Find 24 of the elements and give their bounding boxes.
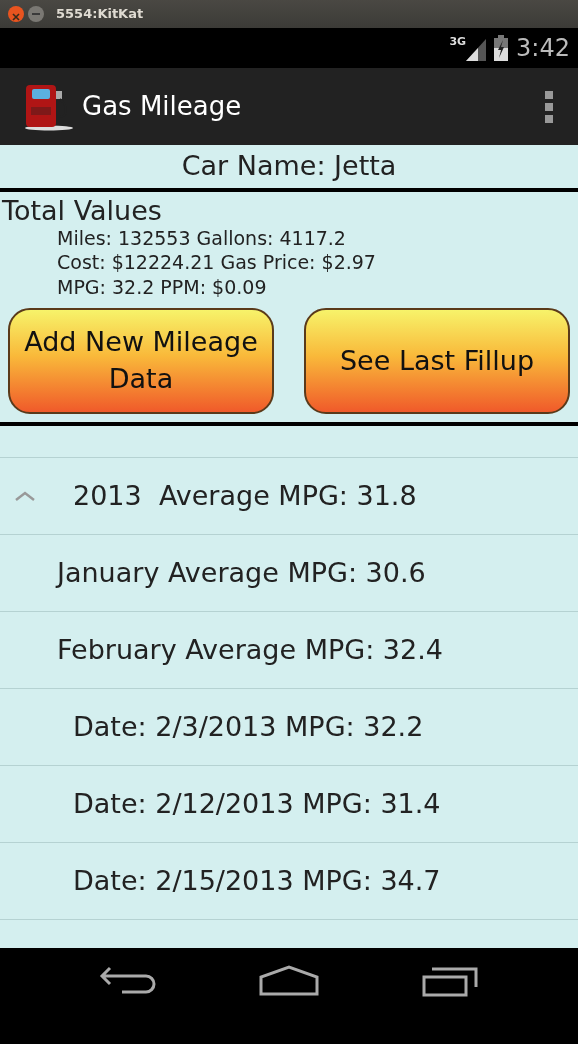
battery-icon bbox=[494, 35, 509, 61]
stats-line: Miles: 132553 Gallons: 4117.2 bbox=[56, 225, 347, 251]
section-heading: Total Values bbox=[1, 196, 163, 226]
action-button[interactable]: Add New Mileage Data bbox=[8, 307, 274, 414]
gas-pump-icon bbox=[24, 82, 74, 131]
date-row-label[interactable]: Date: 2/15/2013 MPG: 34.7 bbox=[73, 860, 441, 901]
overflow-menu-icon[interactable] bbox=[544, 90, 554, 123]
window-title: 5554:KitKat bbox=[56, 5, 144, 24]
minimize-button[interactable] bbox=[28, 6, 44, 22]
year-row-label[interactable]: 2013 Average MPG: 31.8 bbox=[73, 475, 417, 516]
car-name-label: Car Name: Jetta bbox=[181, 149, 397, 184]
stats-line: MPG: 32.2 PPM: $0.09 bbox=[56, 275, 268, 300]
month-row-label[interactable]: January Average MPG: 30.6 bbox=[57, 552, 426, 593]
date-row-label[interactable]: Date: 2/3/2013 MPG: 32.2 bbox=[73, 706, 424, 747]
network-label: 3G bbox=[449, 34, 467, 50]
month-row-label[interactable]: February Average MPG: 32.4 bbox=[57, 629, 443, 670]
app-title: Gas Mileage bbox=[82, 90, 242, 123]
close-button[interactable] bbox=[8, 6, 24, 22]
clock: 3:42 bbox=[516, 33, 570, 64]
home-icon[interactable] bbox=[259, 964, 319, 997]
stats-line: Cost: $12224.21 Gas Price: $2.97 bbox=[56, 250, 377, 276]
minimize-icon bbox=[32, 13, 40, 15]
action-button[interactable]: See Last Fillup bbox=[304, 307, 570, 414]
date-row-label[interactable]: Date: 2/12/2013 MPG: 31.4 bbox=[73, 783, 441, 824]
